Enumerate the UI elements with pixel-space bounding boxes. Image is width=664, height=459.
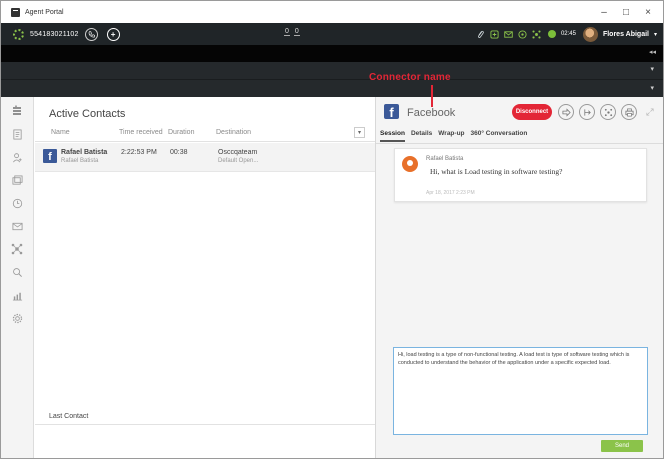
active-contacts-heading: Active Contacts [49, 108, 126, 120]
column-header-time-received[interactable]: Time received [119, 129, 163, 136]
social-network-icon[interactable] [532, 29, 541, 39]
search-icon[interactable] [9, 264, 25, 280]
settings-gear-icon[interactable] [9, 310, 25, 326]
column-header-destination[interactable]: Destination [216, 129, 251, 136]
facebook-connector-icon: f [384, 104, 399, 119]
tab-session[interactable]: Session [380, 130, 405, 142]
tertiary-strip: ▾ [1, 79, 663, 97]
expand-chevron-icon-2[interactable]: ▾ [650, 84, 654, 92]
phone-icon [88, 30, 95, 37]
new-contact-button[interactable]: + [106, 27, 120, 41]
user-name[interactable]: Flores Abigail [603, 31, 649, 38]
maximize-button[interactable]: □ [617, 5, 635, 19]
column-options-dropdown[interactable]: ▾ [354, 127, 365, 138]
email-icon[interactable] [504, 30, 513, 39]
reply-textarea[interactable]: Hi, load testing is a type of non-functi… [393, 347, 648, 435]
connection-status-icon [13, 28, 24, 40]
collapse-panel-icon[interactable]: ◂◂ [649, 48, 656, 56]
reports-chart-icon[interactable] [9, 287, 25, 303]
minimize-button[interactable]: – [595, 5, 613, 19]
connector-name-annotation: Connector name [369, 72, 451, 83]
directory-icon[interactable] [9, 172, 25, 188]
user-avatar[interactable] [582, 26, 598, 42]
contacts-list-icon[interactable] [9, 103, 25, 119]
customer-avatar [402, 156, 418, 172]
disconnect-button[interactable]: Disconnect [512, 104, 552, 120]
last-contact-divider [35, 424, 375, 425]
print-icon[interactable] [621, 104, 637, 120]
queue-counter: 0 0 [284, 28, 300, 36]
message-text: Hi, what is Load testing in software tes… [430, 167, 563, 176]
agent-phone-number: 554183021102 [30, 30, 79, 38]
conference-icon[interactable] [600, 104, 616, 120]
window-title: Agent Portal [25, 8, 64, 16]
expand-window-icon[interactable] [642, 104, 658, 120]
message-timestamp: Apr 18, 2017 2:23 PM [426, 190, 475, 196]
tab-360-conversation[interactable]: 360° Conversation [471, 130, 528, 142]
incoming-message-card: Rafael Batista Hi, what is Load testing … [394, 148, 647, 202]
forward-icon[interactable] [579, 104, 595, 120]
session-panel: f Facebook Disconnect Session Details Wr… [375, 97, 663, 458]
transfer-arrow-icon[interactable] [558, 104, 574, 120]
tab-wrap-up[interactable]: Wrap-up [438, 130, 464, 142]
contact-destination: Osccqateam [218, 149, 258, 156]
users-icon[interactable] [9, 149, 25, 165]
agent-status-indicator[interactable] [547, 30, 556, 38]
history-clock-icon[interactable] [9, 195, 25, 211]
counter-left: 0 [284, 28, 290, 36]
active-contacts-panel: Active Contacts Name Time received Durat… [35, 97, 375, 458]
close-button[interactable]: × [639, 5, 657, 19]
chat-icon[interactable] [518, 29, 527, 39]
facebook-icon: f [43, 149, 57, 163]
message-sender: Rafael Batista [426, 156, 464, 162]
contact-subname: Rafael Batista [61, 158, 99, 164]
header-divider [35, 141, 375, 142]
dialer-icon[interactable] [490, 29, 499, 39]
left-navigation [1, 97, 34, 458]
tray-icons: 02:45 Flores Abigail ▾ [476, 23, 657, 45]
tabs-divider [376, 143, 663, 144]
column-header-name[interactable]: Name [51, 129, 70, 136]
contact-name: Rafael Batista [61, 149, 108, 156]
tab-details[interactable]: Details [411, 130, 432, 142]
window-controls: – □ × [595, 5, 657, 19]
send-button[interactable]: Send [601, 440, 643, 452]
attachment-icon[interactable] [476, 30, 485, 39]
last-contact-label: Last Contact [49, 413, 89, 420]
user-menu-chevron-icon[interactable]: ▾ [654, 31, 657, 38]
expand-chevron-icon[interactable]: ▾ [650, 65, 654, 73]
contact-destination-sub: Default Open... [218, 158, 259, 164]
network-icon[interactable] [9, 241, 25, 257]
agent-portal-window: Agent Portal – □ × 554183021102 + 0 0 02… [0, 0, 664, 459]
top-toolbar: 554183021102 + 0 0 02:45 Flores Abigail … [1, 23, 663, 45]
counter-right: 0 [293, 28, 300, 36]
session-tabs: Session Details Wrap-up 360° Conversatio… [380, 130, 527, 142]
contact-row[interactable]: f Rafael Batista Rafael Batista 2:22:53 … [35, 143, 375, 172]
contact-time-received: 2:22:53 PM [121, 149, 157, 156]
secondary-strip: ▾ [1, 62, 663, 79]
connector-annotation-pointer [431, 85, 433, 107]
status-timer: 02:45 [560, 31, 576, 37]
connector-name: Facebook [407, 107, 456, 119]
column-header-duration[interactable]: Duration [168, 129, 194, 136]
window-titlebar: Agent Portal – □ × [1, 1, 663, 23]
app-logo-icon [11, 7, 20, 17]
contact-duration: 00:38 [170, 149, 188, 156]
notes-icon[interactable] [9, 126, 25, 142]
mail-icon[interactable] [9, 218, 25, 234]
notification-strip: ◂◂ [1, 45, 663, 62]
dialpad-button[interactable] [84, 27, 98, 41]
